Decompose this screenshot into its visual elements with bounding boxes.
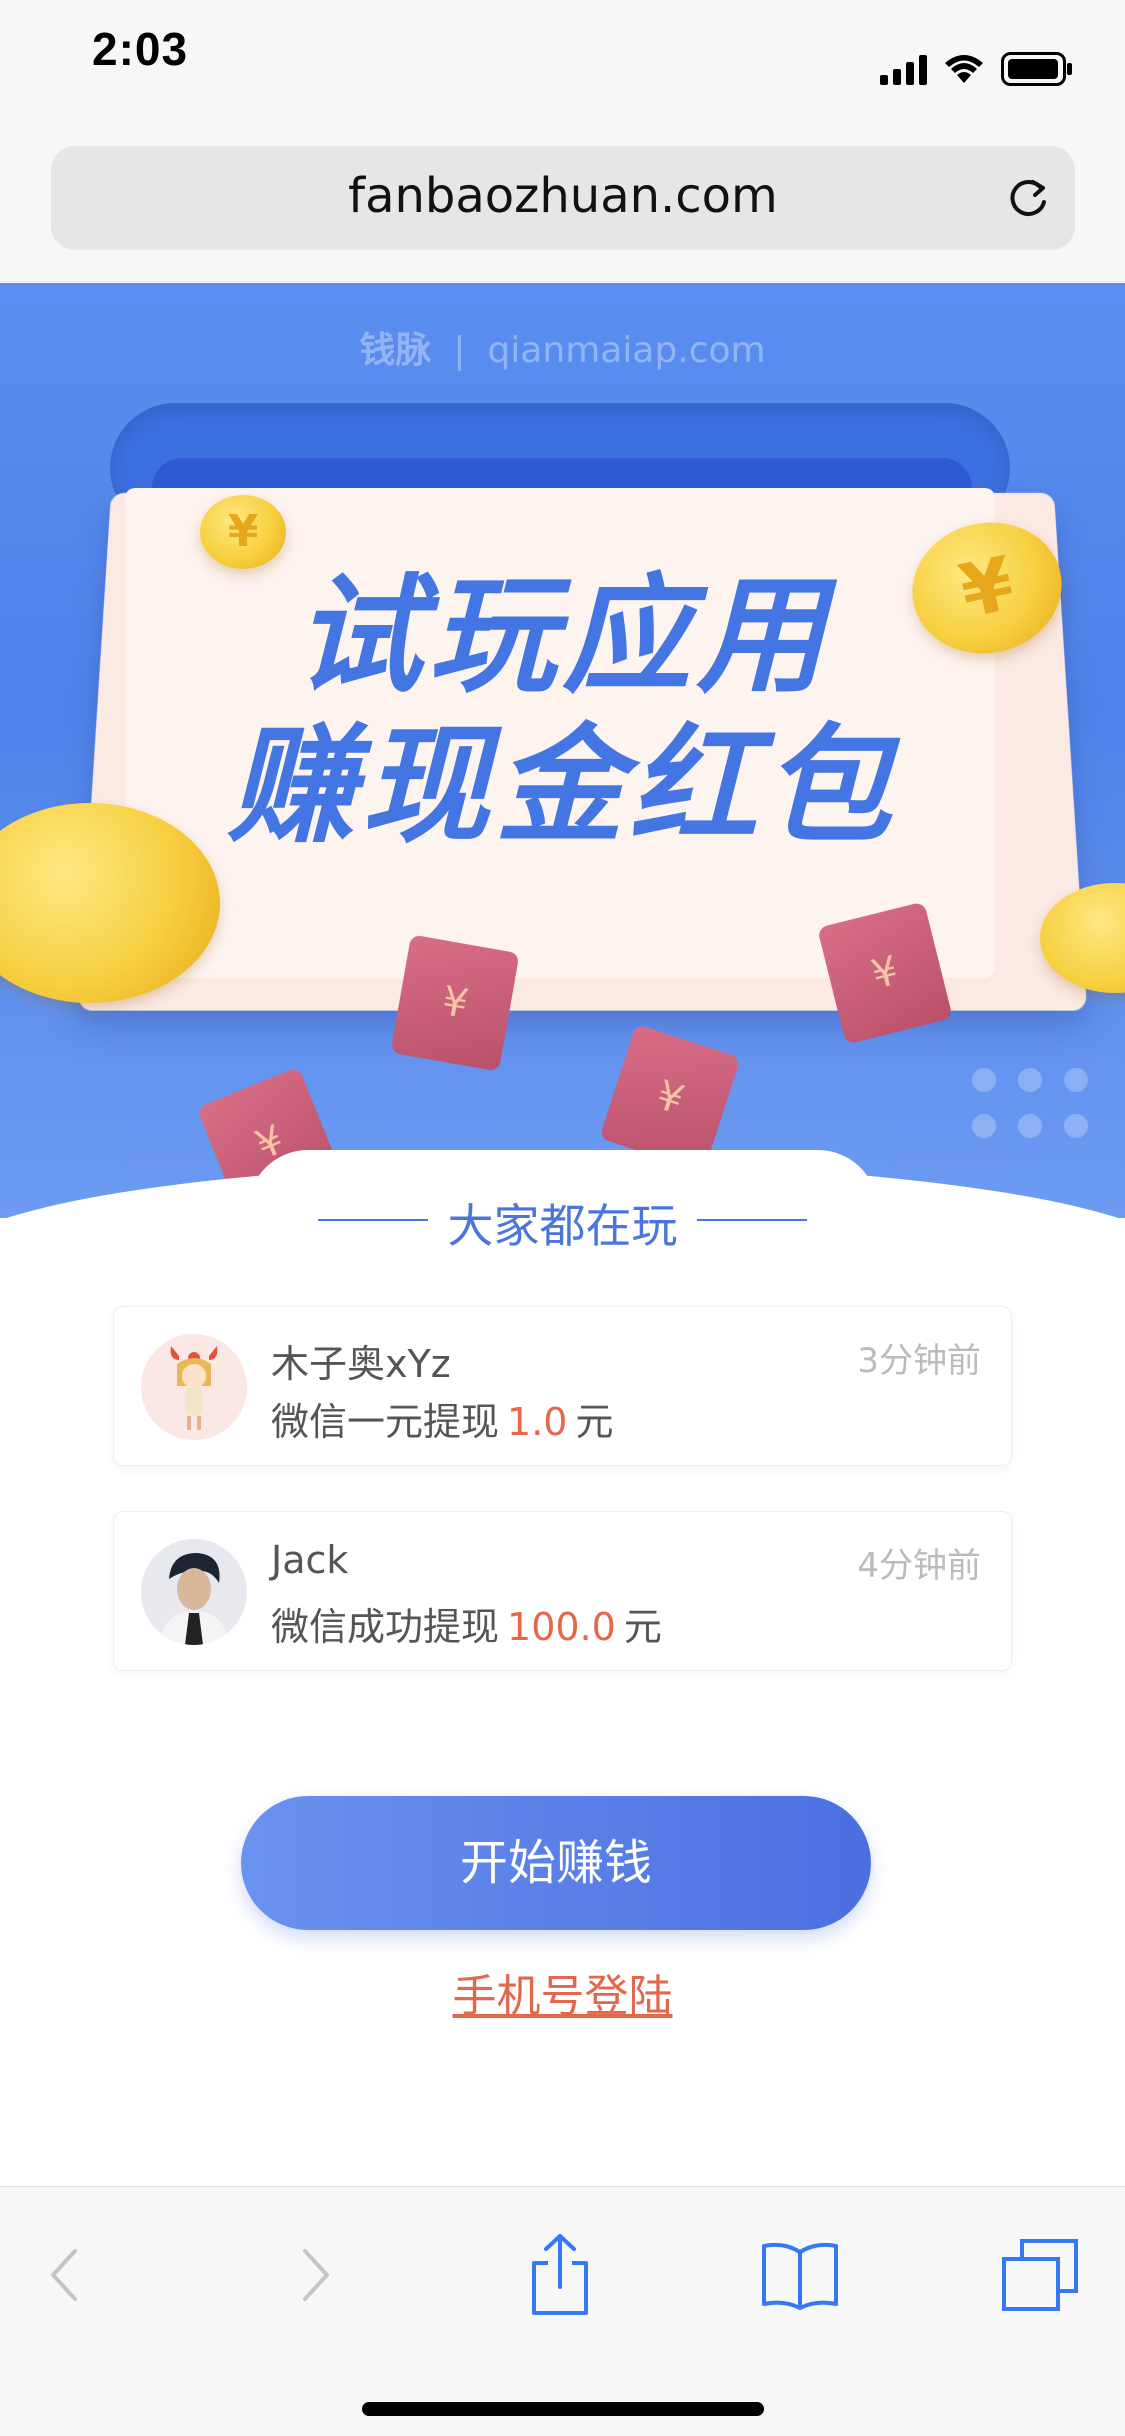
wifi-icon (945, 55, 983, 83)
avatar (141, 1539, 247, 1645)
battery-icon (1001, 52, 1072, 86)
avatar-illustration (141, 1334, 247, 1440)
browser-top-bar: fanbaozhuan.com (0, 140, 1125, 282)
time-ago: 3分钟前 (857, 1341, 981, 1381)
section-title: 大家都在玩 (447, 1199, 678, 1253)
activity-amount: 1.0 (507, 1400, 568, 1444)
brand-domain: qianmaiap.com (487, 330, 766, 371)
forward-icon (303, 2249, 329, 2301)
activity-unit: 元 (623, 1605, 662, 1649)
status-icons (880, 52, 1073, 86)
brand-separator: | (453, 330, 466, 371)
red-envelope-icon: ¥ (390, 934, 520, 1072)
activity-amount: 100.0 (507, 1605, 616, 1649)
share-icon (532, 2234, 588, 2315)
start-earning-button[interactable]: 开始赚钱 (241, 1796, 871, 1930)
status-time: 2:03 (92, 23, 189, 75)
activity-text: 微信成功提现 100.0 元 (271, 1596, 662, 1651)
tabs-icon (1002, 2239, 1078, 2311)
activity-card: 木子奥xYz 微信一元提现 1.0 元 3分钟前 (113, 1306, 1012, 1466)
user-name: 木子奥xYz (271, 1342, 451, 1386)
activity-card: Jack 微信成功提现 100.0 元 4分钟前 (113, 1511, 1012, 1671)
bookmarks-icon (762, 2242, 838, 2310)
url-bar[interactable]: fanbaozhuan.com (51, 146, 1075, 250)
activity-prefix: 微信一元提现 (271, 1400, 500, 1444)
signal-icon (880, 53, 927, 85)
user-name: Jack (271, 1538, 349, 1582)
home-indicator (362, 2402, 764, 2416)
decorative-dots (972, 1068, 1088, 1138)
status-bar: 2:03 (0, 0, 1125, 140)
forward-button[interactable] (270, 2235, 360, 2315)
share-button[interactable] (515, 2234, 605, 2315)
back-icon (51, 2249, 77, 2301)
coin-icon: ¥ (200, 495, 286, 569)
reload-icon[interactable] (1003, 174, 1053, 224)
activity-unit: 元 (575, 1400, 614, 1444)
url-text[interactable]: fanbaozhuan.com (51, 168, 1075, 224)
avatar (141, 1334, 247, 1440)
phone-login-link[interactable]: 手机号登陆 (0, 1960, 1125, 2024)
banner-brand: 钱脉 | qianmaiap.com (0, 321, 1125, 373)
activity-text: 微信一元提现 1.0 元 (271, 1391, 613, 1446)
browser-toolbar (0, 2186, 1125, 2436)
activity-prefix: 微信成功提现 (271, 1605, 500, 1649)
time-ago: 4分钟前 (857, 1546, 981, 1586)
back-button[interactable] (20, 2235, 110, 2315)
bookmarks-button[interactable] (755, 2235, 845, 2315)
banner-title-line2: 赚现金红包 (227, 712, 898, 861)
avatar-illustration (141, 1539, 247, 1645)
promo-banner: 钱脉 | qianmaiap.com ¥ ¥ 试玩应用 赚现金红包 ¥ ¥ ¥ ¥ (0, 283, 1125, 1218)
brand-name: 钱脉 (359, 330, 432, 371)
tabs-button[interactable] (995, 2235, 1085, 2315)
banner-title-line1: 试玩应用 (294, 562, 831, 711)
